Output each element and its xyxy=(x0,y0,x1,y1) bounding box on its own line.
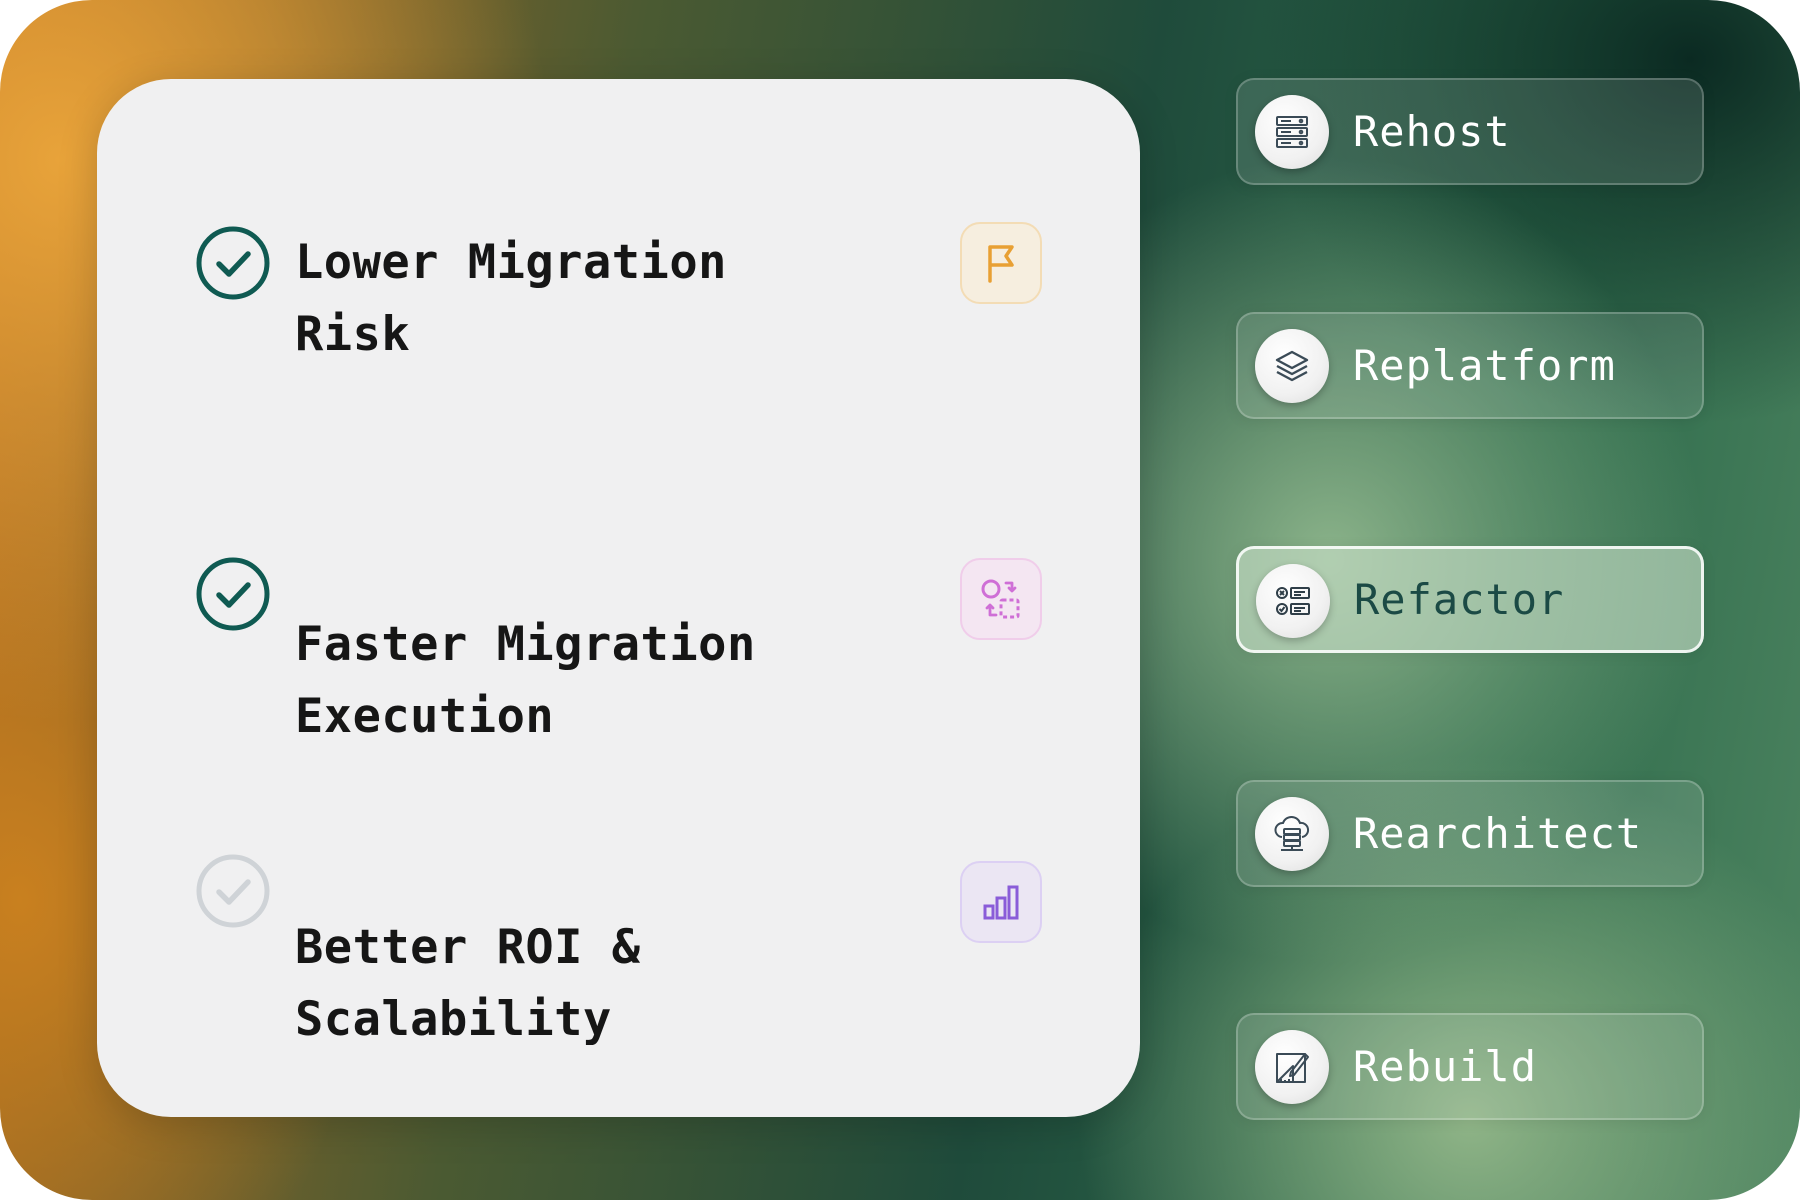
benefit-label-line: Better ROI & xyxy=(295,920,641,975)
shapes-swap-icon xyxy=(960,558,1042,640)
benefit-label-line: Execution xyxy=(295,689,555,744)
strategy-refactor[interactable]: Refactor xyxy=(1236,546,1704,653)
benefit-label-line: Lower Migration Risk xyxy=(295,235,727,362)
strategy-replatform[interactable]: Replatform xyxy=(1236,312,1704,419)
strategy-rearchitect[interactable]: Rearchitect xyxy=(1236,780,1704,887)
benefit-label: Faster Migration Execution xyxy=(295,609,855,753)
benefit-label: Better ROI & Scalability xyxy=(295,912,855,1056)
flag-icon xyxy=(960,222,1042,304)
strategy-rebuild[interactable]: Rebuild xyxy=(1236,1013,1704,1120)
benefit-label: Lower Migration Risk xyxy=(295,227,855,371)
cloud-server-icon xyxy=(1255,797,1329,871)
server-rack-icon xyxy=(1255,95,1329,169)
check-circle-icon xyxy=(195,853,271,929)
blueprint-icon xyxy=(1255,1030,1329,1104)
strategy-label: Rebuild xyxy=(1353,1042,1538,1091)
benefit-label-line: Scalability xyxy=(295,992,612,1047)
background-frame: Lower Migration Risk Faster Migration Ex… xyxy=(0,0,1800,1200)
layers-icon xyxy=(1255,329,1329,403)
strategy-rehost[interactable]: Rehost xyxy=(1236,78,1704,185)
benefits-card: Lower Migration Risk Faster Migration Ex… xyxy=(97,79,1140,1117)
code-checklist-icon xyxy=(1256,564,1330,638)
bar-chart-icon xyxy=(960,861,1042,943)
strategy-label: Rearchitect xyxy=(1353,809,1643,858)
strategy-label: Rehost xyxy=(1353,107,1511,156)
strategy-label: Refactor xyxy=(1354,575,1565,624)
check-circle-icon xyxy=(195,225,271,301)
strategy-label: Replatform xyxy=(1353,341,1616,390)
check-circle-icon xyxy=(195,556,271,632)
benefit-label-line: Faster Migration xyxy=(295,617,756,672)
